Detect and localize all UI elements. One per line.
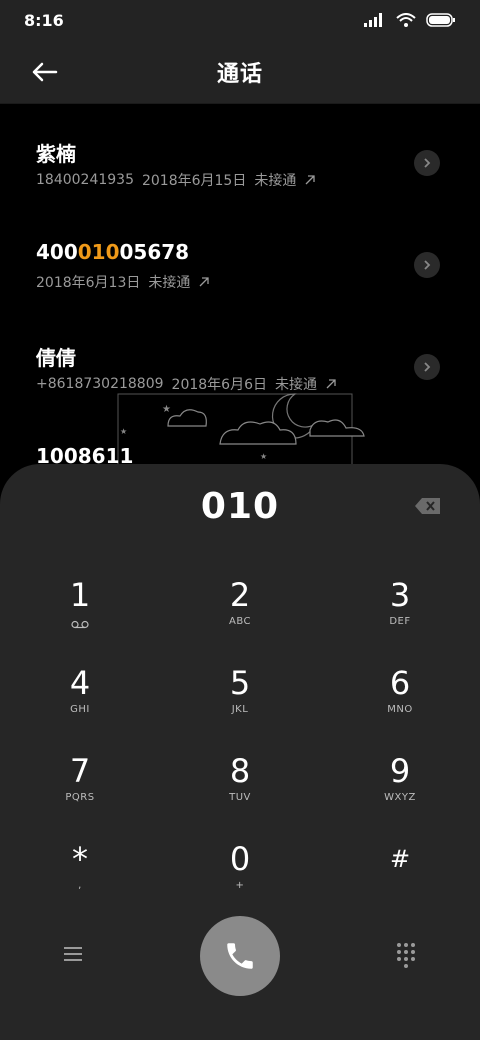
call-status: 未接通 xyxy=(254,173,297,189)
call-button[interactable] xyxy=(200,916,280,996)
call-meta: +8618730218809 2018年6月6日 未接通 xyxy=(36,374,337,394)
call-date: 2018年6月15日 xyxy=(141,173,247,189)
key-3[interactable]: 3 DEF xyxy=(330,576,470,656)
call-log-item[interactable]: 紫楠 18400241935 2018年6月15日 未接通 xyxy=(0,104,480,204)
call-detail-button[interactable] xyxy=(414,252,440,278)
status-icons xyxy=(364,13,456,27)
backspace-icon xyxy=(415,498,440,514)
call-log-list[interactable]: ★ ★ ★ 紫楠 18400241935 2018年6月15日 未接通 4000… xyxy=(0,104,480,494)
key-digit: 2 xyxy=(229,576,251,614)
key-digit: 1 xyxy=(69,576,91,614)
call-detail-button[interactable] xyxy=(414,150,440,176)
key-letters: PQRS xyxy=(65,792,95,803)
contact-name: 倩倩 xyxy=(36,346,76,370)
outgoing-call-icon xyxy=(305,175,315,185)
chevron-right-icon xyxy=(424,362,431,372)
key-digit: 3 xyxy=(389,576,411,614)
key-1[interactable]: 1 xyxy=(10,576,150,656)
phone-number: +8618730218809 xyxy=(36,376,164,392)
outgoing-call-icon xyxy=(199,277,210,287)
chevron-right-icon xyxy=(424,260,431,270)
call-status: 未接通 xyxy=(274,377,317,393)
key-8[interactable]: 8 TUV xyxy=(170,752,310,832)
call-log-item[interactable]: 40001005678 2018年6月13日 未接通 xyxy=(0,206,480,306)
key-letters: , xyxy=(78,880,82,891)
key-digit: 7 xyxy=(69,752,91,790)
key-digit: # xyxy=(389,845,411,873)
status-time: 8:16 xyxy=(24,10,64,30)
call-date: 2018年6月6日 xyxy=(171,377,267,393)
key-letters: TUV xyxy=(229,792,251,803)
dialpad-panel: 010 1 2 ABC 3 DEF 4 GHI 5 JKL 6 MNO 7 PQ… xyxy=(0,464,480,1040)
key-digit: 4 xyxy=(69,664,91,702)
phone-number: 18400241935 xyxy=(36,172,134,188)
call-meta: 18400241935 2018年6月15日 未接通 xyxy=(36,170,316,190)
signal-icon xyxy=(364,13,382,27)
key-digit: 8 xyxy=(229,752,251,790)
key-letters: + xyxy=(235,880,245,891)
number-part: 05678 xyxy=(119,240,190,264)
dialpad-toggle-button[interactable] xyxy=(396,942,416,968)
key-letters: JKL xyxy=(231,704,249,715)
key-digit: 6 xyxy=(389,664,411,702)
call-status: 未接通 xyxy=(148,275,191,291)
key-2[interactable]: 2 ABC xyxy=(170,576,310,656)
number-part: 400 xyxy=(36,240,78,264)
key-digit: * xyxy=(72,840,88,878)
key-5[interactable]: 5 JKL xyxy=(170,664,310,744)
call-detail-button[interactable] xyxy=(414,354,440,380)
key-6[interactable]: 6 MNO xyxy=(330,664,470,744)
voicemail-icon xyxy=(71,620,89,629)
key-digit: 9 xyxy=(389,752,411,790)
contact-name: 紫楠 xyxy=(36,142,76,166)
key-letters: ABC xyxy=(228,616,251,627)
key-letters: MNO xyxy=(387,704,413,715)
menu-icon xyxy=(64,947,82,961)
call-log-item[interactable]: 倩倩 +8618730218809 2018年6月6日 未接通 xyxy=(0,308,480,408)
key-star[interactable]: * , xyxy=(10,840,150,920)
call-date: 2018年6月13日 xyxy=(36,275,141,291)
key-digit: 0 xyxy=(229,840,251,878)
key-letters: DEF xyxy=(389,616,411,627)
key-4[interactable]: 4 GHI xyxy=(10,664,150,744)
menu-button[interactable] xyxy=(62,944,84,964)
key-letters: GHI xyxy=(70,704,90,715)
dialpad-grid-icon xyxy=(397,943,415,968)
app-header: 通话 xyxy=(0,40,480,104)
contact-name: 40001005678 xyxy=(36,240,189,264)
page-title: 通话 xyxy=(216,62,263,87)
number-match-highlight: 010 xyxy=(77,240,120,264)
status-bar: 8:16 xyxy=(0,0,480,40)
backspace-button[interactable] xyxy=(414,496,442,516)
battery-icon xyxy=(426,13,455,27)
key-digit: 5 xyxy=(229,664,251,702)
outgoing-call-icon xyxy=(326,379,336,389)
call-meta: 2018年6月13日 未接通 xyxy=(36,272,210,292)
key-7[interactable]: 7 PQRS xyxy=(10,752,150,832)
key-0[interactable]: 0 + xyxy=(170,840,310,920)
chevron-right-icon xyxy=(424,158,431,168)
dialed-number-display[interactable]: 010 xyxy=(0,486,480,527)
phone-icon xyxy=(227,943,253,969)
key-hash[interactable]: # xyxy=(330,840,470,920)
wifi-icon xyxy=(396,13,416,27)
key-letters: WXYZ xyxy=(384,792,416,803)
key-9[interactable]: 9 WXYZ xyxy=(330,752,470,832)
